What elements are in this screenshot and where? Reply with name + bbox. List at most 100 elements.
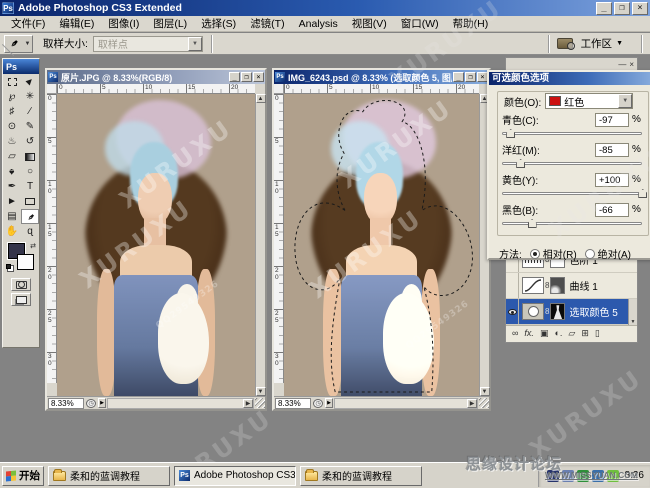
doc1-canvas[interactable]	[57, 94, 255, 396]
link-layers-icon[interactable]: ∞	[512, 328, 518, 338]
yellow-value-field[interactable]: +100	[595, 173, 629, 187]
tray-icon-messenger[interactable]	[562, 470, 574, 482]
eyedropper-tool[interactable]: ✒	[21, 209, 39, 224]
combo-arrow-icon[interactable]: ▼	[188, 37, 202, 51]
doc1-titlebar[interactable]: Ps 原片.JPG @ 8.33%(RGB/8) _ ❐ ×	[47, 70, 265, 84]
minimize-button[interactable]: _	[596, 2, 612, 15]
tray-icon-update[interactable]	[592, 470, 604, 482]
status-arrow-icon[interactable]: ▶	[98, 398, 106, 408]
zoom-tool[interactable]: ɋ	[21, 224, 39, 239]
quick-mask-button[interactable]	[11, 278, 31, 291]
default-colors-icon[interactable]	[6, 264, 11, 269]
menu-item[interactable]: 编辑(E)	[52, 16, 101, 31]
path-select-tool[interactable]: ►	[3, 194, 21, 209]
hand-tool[interactable]: ✋	[3, 224, 21, 239]
shape-tool[interactable]	[21, 194, 39, 209]
magic-wand-tool[interactable]: ✳	[21, 89, 39, 104]
method-relative-option[interactable]: 相对(R)	[530, 246, 577, 261]
doc1-vscrollbar[interactable]: ▲ ▼	[255, 94, 265, 396]
doc2-titlebar[interactable]: Ps IMG_6243.psd @ 8.33% (选取颜色 5, 图层蒙... …	[274, 70, 489, 84]
clone-stamp-tool[interactable]: ♨	[3, 134, 21, 149]
scroll-down-icon[interactable]: ▼	[256, 387, 266, 396]
scroll-down-icon[interactable]: ▼	[631, 319, 636, 325]
blur-tool[interactable]: ♠	[3, 164, 21, 179]
workspace-label[interactable]: 工作区	[581, 36, 613, 51]
slice-tool[interactable]: ∕	[21, 104, 39, 119]
layer-mask-thumbnail[interactable]	[550, 303, 565, 320]
curves-adjustment-icon[interactable]	[522, 277, 544, 294]
move-tool[interactable]: ►	[21, 74, 39, 89]
yellow-slider-thumb[interactable]	[638, 189, 647, 198]
swap-colors-icon[interactable]: ⇄	[30, 242, 36, 250]
sample-size-select[interactable]: 取样点 ▼	[93, 36, 203, 52]
menu-item[interactable]: 视图(V)	[345, 16, 394, 31]
color-select[interactable]: 红色 ▼	[545, 93, 633, 109]
menu-item[interactable]: 帮助(H)	[446, 16, 496, 31]
screen-mode-button[interactable]	[11, 293, 31, 306]
crop-tool[interactable]: ♯	[3, 104, 21, 119]
start-button[interactable]: 开始	[2, 466, 44, 486]
type-tool[interactable]: T	[21, 179, 39, 194]
history-brush-tool[interactable]: ↺	[21, 134, 39, 149]
scroll-right-icon[interactable]: ▶	[243, 399, 253, 408]
black-slider-thumb[interactable]	[528, 219, 537, 228]
doc2-canvas[interactable]	[284, 94, 479, 396]
new-adjustment-icon[interactable]: ◐.	[554, 328, 562, 338]
tool-preset-picker[interactable]: ✒ ▼	[4, 35, 33, 53]
doc1-zoom-level[interactable]: 8.33%	[48, 398, 84, 409]
menu-item[interactable]: 文件(F)	[4, 16, 52, 31]
taskbar-clock[interactable]: 8:26	[625, 470, 644, 481]
taskbar-item-folder-2[interactable]: 柔和的蓝调教程	[300, 466, 422, 486]
tray-icon-plus[interactable]	[607, 470, 619, 482]
dodge-tool[interactable]: ○	[21, 164, 39, 179]
resize-grip[interactable]	[255, 398, 265, 408]
layer-row-selective-color[interactable]: 8 选取颜色 5	[506, 299, 637, 325]
magenta-slider-thumb[interactable]	[516, 159, 525, 168]
eraser-tool[interactable]: ▱	[3, 149, 21, 164]
doc2-hscrollbar[interactable]: ▶	[334, 398, 478, 409]
restore-button[interactable]: ❐	[614, 2, 630, 15]
taskbar-item-photoshop[interactable]: Ps Adobe Photoshop CS3 E...	[174, 466, 296, 486]
doc-maximize-button[interactable]: ❐	[241, 72, 252, 82]
menu-item[interactable]: 窗口(W)	[394, 16, 446, 31]
doc-close-button[interactable]: ×	[253, 72, 264, 82]
layer-name[interactable]: 选取颜色 5	[569, 304, 617, 319]
notes-tool[interactable]: ▤	[3, 209, 21, 224]
new-group-icon[interactable]: ▱	[568, 328, 575, 338]
black-slider-track[interactable]	[502, 222, 642, 225]
doc-maximize-button[interactable]: ❐	[465, 72, 476, 82]
healing-brush-tool[interactable]: ⊙	[3, 119, 21, 134]
close-button[interactable]: ×	[632, 2, 648, 15]
black-value-field[interactable]: -66	[595, 203, 629, 217]
visibility-toggle[interactable]	[506, 273, 519, 298]
doc-minimize-button[interactable]: _	[229, 72, 240, 82]
pen-tool[interactable]: ✒	[3, 179, 21, 194]
layer-name[interactable]: 曲线 1	[569, 278, 597, 293]
status-arrow-icon[interactable]: ▶	[325, 398, 333, 408]
layer-mask-thumbnail[interactable]	[550, 277, 565, 294]
workspace-arrow-icon[interactable]: ▼	[616, 40, 623, 47]
menu-item[interactable]: 选择(S)	[194, 16, 243, 31]
dialog-titlebar[interactable]: 可选颜色选项	[489, 72, 650, 85]
visibility-toggle[interactable]	[506, 299, 519, 324]
scroll-down-icon[interactable]: ▼	[480, 387, 490, 396]
magenta-value-field[interactable]: -85	[595, 143, 629, 157]
menu-item[interactable]: 滤镜(T)	[243, 16, 291, 31]
doc2-zoom-level[interactable]: 8.33%	[275, 398, 311, 409]
layer-style-icon[interactable]: fx.	[524, 328, 534, 338]
taskbar-item-folder-1[interactable]: 柔和的蓝调教程	[48, 466, 170, 486]
doc-minimize-button[interactable]: _	[453, 72, 464, 82]
cyan-slider-track[interactable]	[502, 132, 642, 135]
selective-color-adjustment-icon[interactable]	[522, 303, 544, 320]
menu-item[interactable]: Analysis	[292, 18, 345, 30]
gradient-tool[interactable]	[21, 149, 39, 164]
delete-layer-icon[interactable]: ▯	[595, 328, 600, 338]
go-to-bridge-icon[interactable]	[557, 38, 573, 49]
scroll-right-icon[interactable]: ▶	[467, 399, 477, 408]
layer-row-curves[interactable]: 8 曲线 1	[506, 273, 637, 299]
yellow-slider-track[interactable]	[502, 192, 642, 195]
tray-icon-qq[interactable]	[547, 470, 559, 482]
add-mask-icon[interactable]: ▣	[540, 328, 549, 338]
doc1-hscrollbar[interactable]: ▶	[107, 398, 254, 409]
palette-close-icon[interactable]: ×	[629, 61, 634, 69]
